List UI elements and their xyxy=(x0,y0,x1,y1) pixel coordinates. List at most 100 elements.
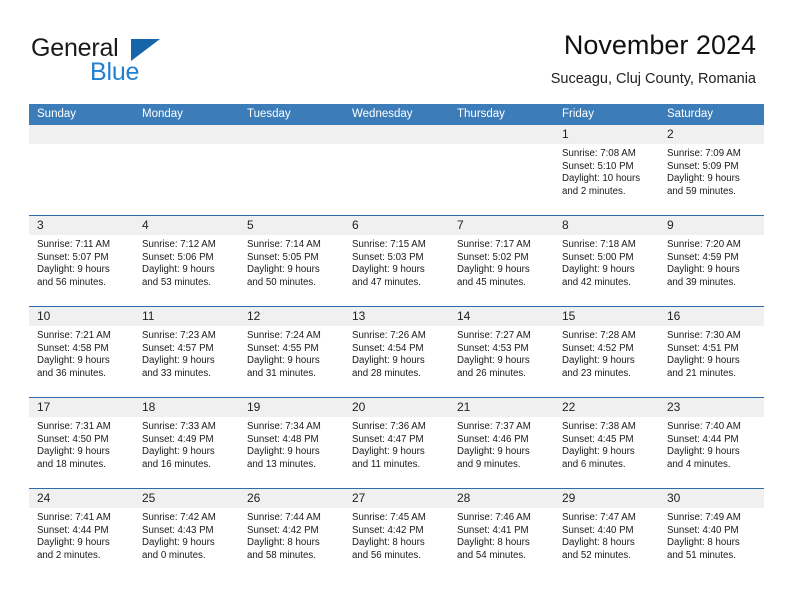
calendar-day-cell[interactable]: 27 Sunrise: 7:45 AM Sunset: 4:42 PM Dayligh… xyxy=(344,489,449,579)
sunrise-text: Sunrise: 7:21 AM xyxy=(37,330,111,341)
day-number: 19 xyxy=(239,398,344,417)
sunset-text: Sunset: 4:47 PM xyxy=(352,433,424,445)
daylight-text: Daylight: 9 hours and 0 minutes. xyxy=(142,537,215,561)
day-number: 17 xyxy=(29,398,134,417)
sunset-text: Sunset: 5:02 PM xyxy=(457,251,529,263)
sunset-text: Sunset: 4:48 PM xyxy=(247,433,319,445)
day-details: Sunrise: 7:21 AM Sunset: 4:58 PM Daylight:… xyxy=(29,326,134,380)
sunrise-text: Sunrise: 7:47 AM xyxy=(562,512,636,523)
calendar-day-cell[interactable]: 16 Sunrise: 7:30 AM Sunset: 4:51 PM Dayligh… xyxy=(659,307,764,397)
sunrise-text: Sunrise: 7:08 AM xyxy=(562,148,636,159)
day-details: Sunrise: 7:28 AM Sunset: 4:52 PM Daylight:… xyxy=(554,326,659,380)
day-number: 11 xyxy=(134,307,239,326)
calendar-day-cell[interactable]: 10 Sunrise: 7:21 AM Sunset: 4:58 PM Dayligh… xyxy=(29,307,134,397)
calendar-day-cell[interactable]: 6 Sunrise: 7:15 AM Sunset: 5:03 PM Daylight… xyxy=(344,216,449,306)
calendar-day-cell[interactable]: 13 Sunrise: 7:26 AM Sunset: 4:54 PM Dayligh… xyxy=(344,307,449,397)
day-details: Sunrise: 7:49 AM Sunset: 4:40 PM Daylight:… xyxy=(659,508,764,562)
calendar-week-row: 17 Sunrise: 7:31 AM Sunset: 4:50 PM Dayligh… xyxy=(29,397,764,488)
calendar-day-cell[interactable]: 15 Sunrise: 7:28 AM Sunset: 4:52 PM Dayligh… xyxy=(554,307,659,397)
calendar-day-cell[interactable]: 17 Sunrise: 7:31 AM Sunset: 4:50 PM Dayligh… xyxy=(29,398,134,488)
calendar-week-row: 1 Sunrise: 7:08 AM Sunset: 5:10 PM Daylight… xyxy=(29,125,764,215)
day-number: 6 xyxy=(344,216,449,235)
day-number: 18 xyxy=(134,398,239,417)
day-details: Sunrise: 7:09 AM Sunset: 5:09 PM Daylight:… xyxy=(659,144,764,198)
day-number: 20 xyxy=(344,398,449,417)
sunrise-text: Sunrise: 7:23 AM xyxy=(142,330,216,341)
sunrise-text: Sunrise: 7:42 AM xyxy=(142,512,216,523)
calendar-day-cell[interactable]: 26 Sunrise: 7:44 AM Sunset: 4:42 PM Dayligh… xyxy=(239,489,344,579)
calendar-day-cell[interactable]: 21 Sunrise: 7:37 AM Sunset: 4:46 PM Dayligh… xyxy=(449,398,554,488)
calendar-page: General Blue November 2024 Suceagu, Cluj… xyxy=(0,0,792,612)
day-details: Sunrise: 7:45 AM Sunset: 4:42 PM Daylight:… xyxy=(344,508,449,562)
sunset-text: Sunset: 5:05 PM xyxy=(247,251,319,263)
calendar-day-cell[interactable]: 18 Sunrise: 7:33 AM Sunset: 4:49 PM Dayligh… xyxy=(134,398,239,488)
calendar-day-cell[interactable]: 22 Sunrise: 7:38 AM Sunset: 4:45 PM Dayligh… xyxy=(554,398,659,488)
day-number: 2 xyxy=(659,125,764,144)
sunrise-text: Sunrise: 7:34 AM xyxy=(247,421,321,432)
calendar-week-row: 24 Sunrise: 7:41 AM Sunset: 4:44 PM Dayligh… xyxy=(29,488,764,579)
sunrise-text: Sunrise: 7:11 AM xyxy=(37,239,111,250)
day-details: Sunrise: 7:26 AM Sunset: 4:54 PM Daylight:… xyxy=(344,326,449,380)
calendar-day-cell[interactable]: 5 Sunrise: 7:14 AM Sunset: 5:05 PM Daylight… xyxy=(239,216,344,306)
calendar-day-cell[interactable]: 11 Sunrise: 7:23 AM Sunset: 4:57 PM Dayligh… xyxy=(134,307,239,397)
day-details: Sunrise: 7:20 AM Sunset: 4:59 PM Daylight:… xyxy=(659,235,764,289)
sunrise-text: Sunrise: 7:24 AM xyxy=(247,330,321,341)
sunrise-text: Sunrise: 7:15 AM xyxy=(352,239,426,250)
sunrise-text: Sunrise: 7:44 AM xyxy=(247,512,321,523)
calendar-day-cell[interactable]: 29 Sunrise: 7:47 AM Sunset: 4:40 PM Dayligh… xyxy=(554,489,659,579)
sunset-text: Sunset: 4:42 PM xyxy=(352,524,424,536)
sunrise-text: Sunrise: 7:40 AM xyxy=(667,421,741,432)
calendar-day-cell[interactable]: 12 Sunrise: 7:24 AM Sunset: 4:55 PM Dayligh… xyxy=(239,307,344,397)
day-number: 16 xyxy=(659,307,764,326)
day-details: Sunrise: 7:15 AM Sunset: 5:03 PM Daylight:… xyxy=(344,235,449,289)
day-number: 9 xyxy=(659,216,764,235)
calendar-day-cell[interactable]: 4 Sunrise: 7:12 AM Sunset: 5:06 PM Daylight… xyxy=(134,216,239,306)
day-details: Sunrise: 7:08 AM Sunset: 5:10 PM Daylight:… xyxy=(554,144,659,198)
day-details: Sunrise: 7:47 AM Sunset: 4:40 PM Daylight:… xyxy=(554,508,659,562)
day-details: Sunrise: 7:18 AM Sunset: 5:00 PM Daylight:… xyxy=(554,235,659,289)
sunrise-text: Sunrise: 7:31 AM xyxy=(37,421,111,432)
calendar-day-cell[interactable]: 8 Sunrise: 7:18 AM Sunset: 5:00 PM Daylight… xyxy=(554,216,659,306)
day-details: Sunrise: 7:31 AM Sunset: 4:50 PM Daylight:… xyxy=(29,417,134,471)
daylight-text: Daylight: 9 hours and 23 minutes. xyxy=(562,355,635,379)
sunrise-text: Sunrise: 7:30 AM xyxy=(667,330,741,341)
sunrise-text: Sunrise: 7:27 AM xyxy=(457,330,531,341)
day-details: Sunrise: 7:33 AM Sunset: 4:49 PM Daylight:… xyxy=(134,417,239,471)
sunset-text: Sunset: 4:55 PM xyxy=(247,342,319,354)
calendar-day-cell[interactable]: 7 Sunrise: 7:17 AM Sunset: 5:02 PM Daylight… xyxy=(449,216,554,306)
calendar-day-cell[interactable]: 28 Sunrise: 7:46 AM Sunset: 4:41 PM Dayligh… xyxy=(449,489,554,579)
calendar-day-cell[interactable]: 3 Sunrise: 7:11 AM Sunset: 5:07 PM Daylight… xyxy=(29,216,134,306)
calendar-day-cell[interactable]: 14 Sunrise: 7:27 AM Sunset: 4:53 PM Dayligh… xyxy=(449,307,554,397)
day-number: 7 xyxy=(449,216,554,235)
day-number: 14 xyxy=(449,307,554,326)
day-number xyxy=(29,125,134,144)
calendar-day-cell[interactable]: 23 Sunrise: 7:40 AM Sunset: 4:44 PM Dayligh… xyxy=(659,398,764,488)
calendar-day-cell[interactable]: 1 Sunrise: 7:08 AM Sunset: 5:10 PM Daylight… xyxy=(554,125,659,215)
sunrise-text: Sunrise: 7:41 AM xyxy=(37,512,111,523)
day-details: Sunrise: 7:17 AM Sunset: 5:02 PM Daylight:… xyxy=(449,235,554,289)
day-details: Sunrise: 7:23 AM Sunset: 4:57 PM Daylight:… xyxy=(134,326,239,380)
calendar-grid: Sunday Monday Tuesday Wednesday Thursday Frid… xyxy=(29,104,764,579)
sunset-text: Sunset: 4:51 PM xyxy=(667,342,739,354)
calendar-day-cell[interactable]: 2 Sunrise: 7:09 AM Sunset: 5:09 PM Daylight… xyxy=(659,125,764,215)
calendar-day-cell[interactable]: 30 Sunrise: 7:49 AM Sunset: 4:40 PM Dayligh… xyxy=(659,489,764,579)
daylight-text: Daylight: 9 hours and 53 minutes. xyxy=(142,264,215,288)
day-details: Sunrise: 7:30 AM Sunset: 4:51 PM Daylight:… xyxy=(659,326,764,380)
day-number: 27 xyxy=(344,489,449,508)
daylight-text: Daylight: 9 hours and 21 minutes. xyxy=(667,355,740,379)
sunrise-text: Sunrise: 7:28 AM xyxy=(562,330,636,341)
sunrise-text: Sunrise: 7:46 AM xyxy=(457,512,531,523)
day-details: Sunrise: 7:36 AM Sunset: 4:47 PM Daylight:… xyxy=(344,417,449,471)
day-number: 10 xyxy=(29,307,134,326)
calendar-day-cell[interactable]: 9 Sunrise: 7:20 AM Sunset: 4:59 PM Daylight… xyxy=(659,216,764,306)
day-number: 21 xyxy=(449,398,554,417)
sunset-text: Sunset: 4:45 PM xyxy=(562,433,634,445)
day-number: 29 xyxy=(554,489,659,508)
calendar-day-cell[interactable]: 19 Sunrise: 7:34 AM Sunset: 4:48 PM Dayligh… xyxy=(239,398,344,488)
calendar-day-cell[interactable]: 25 Sunrise: 7:42 AM Sunset: 4:43 PM Dayligh… xyxy=(134,489,239,579)
calendar-day-cell[interactable]: 24 Sunrise: 7:41 AM Sunset: 4:44 PM Dayligh… xyxy=(29,489,134,579)
calendar-day-cell[interactable]: 20 Sunrise: 7:36 AM Sunset: 4:47 PM Dayligh… xyxy=(344,398,449,488)
day-number: 15 xyxy=(554,307,659,326)
daylight-text: Daylight: 8 hours and 56 minutes. xyxy=(352,537,425,561)
daylight-text: Daylight: 9 hours and 50 minutes. xyxy=(247,264,320,288)
